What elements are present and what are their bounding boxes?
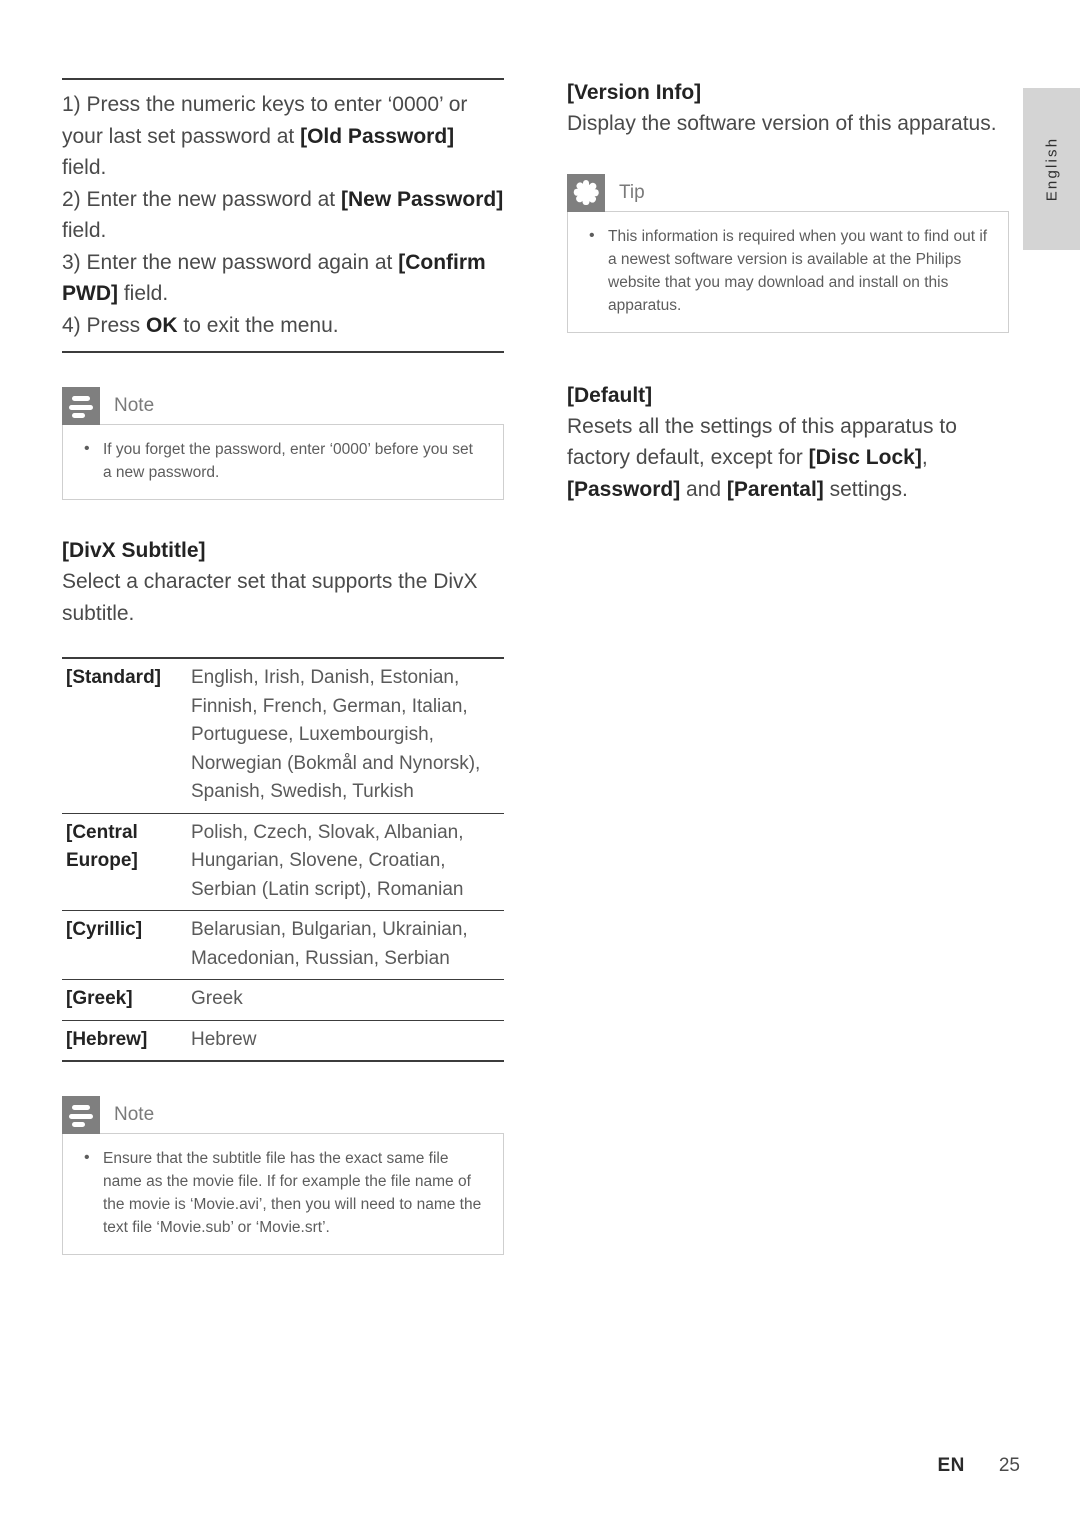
table-cell-value: Belarusian, Bulgarian, Ukrainian, Macedo… [191,910,504,980]
right-column: [Version Info] Display the software vers… [567,78,1009,505]
note-item: Ensure that the subtitle file has the ex… [81,1146,485,1239]
step-1: 1) Press the numeric keys to enter ‘0000… [62,89,504,184]
table-cell-key: [Greek] [62,979,191,1020]
tip-header: Tip [567,173,1009,212]
default-text-b: settings. [823,477,908,501]
language-tab-label: English [1043,136,1060,202]
note-lines-icon-bars [69,1105,93,1131]
asterisk-icon-petals [573,180,599,206]
table-row: [Cyrillic] Belarusian, Bulgarian, Ukrain… [62,910,504,980]
divx-subtitle-section: [DivX Subtitle] Select a character set t… [62,536,504,629]
footer-locale: EN [937,1455,965,1476]
note-title: Note [114,1104,155,1125]
step-4-text-b: to exit the menu. [177,313,339,337]
step-2-text-a: 2) Enter the new password at [62,187,341,211]
table-row: [Central Europe] Polish, Czech, Slovak, … [62,812,504,911]
step-4-text-a: 4) Press [62,313,147,337]
default-body: Resets all the settings of this apparatu… [567,411,1009,506]
version-info-body: Display the software version of this app… [567,112,997,135]
table-cell-value: Greek [191,979,504,1020]
table-cell-key: [Standard] [66,667,161,688]
version-info-heading: [Version Info] [567,81,702,104]
divx-subtitle-heading: [DivX Subtitle] [62,539,206,562]
table-cell-value: English, Irish, Danish, Estonian, Finnis… [191,667,481,802]
tip-title: Tip [619,181,645,203]
note-lines-icon-bars [69,396,93,422]
table-row: [Standard] English, Irish, Danish, Eston… [62,658,504,813]
step-2: 2) Enter the new password at [New Passwo… [62,184,504,247]
step-2-bold: [New Password] [340,187,504,211]
table-row: [Greek] Greek [62,979,504,1020]
note-callout-subtitle: Note Ensure that the subtitle file has t… [62,1096,504,1255]
note-title: Note [114,395,155,416]
default-section: [Default] Resets all the settings of thi… [567,381,1009,506]
note-lines-icon [62,387,100,425]
step-4: 4) Press OK to exit the menu. [62,310,504,342]
footer-page-number: 25 [998,1455,1020,1476]
note-body: If you forget the password, enter ‘0000’… [62,424,504,500]
step-3-text-b: field. [118,282,169,305]
table-row: [Hebrew] Hebrew [62,1019,504,1061]
note-callout-password: Note If you forget the password, enter ‘… [62,387,504,500]
table-cell-value: Polish, Czech, Slovak, Albanian, Hungari… [191,812,504,911]
default-bold-disc-lock: [Disc Lock] [808,446,922,469]
step-3: 3) Enter the new password again at [Conf… [62,247,504,310]
note-lines-icon [62,1096,100,1134]
divx-subtitle-body: Select a character set that supports the… [62,570,478,625]
default-text-mid-2: and [680,477,727,501]
page-footer: EN 25 [0,1455,1020,1477]
note-item: If you forget the password, enter ‘0000’… [81,437,485,484]
note-header: Note [62,387,504,425]
charset-table: [Standard] English, Irish, Danish, Eston… [62,657,504,1062]
step-1-text-b: field. [62,156,107,179]
default-text-mid: , [921,446,928,469]
language-tab: English [1023,88,1080,250]
tip-item: This information is required when you wa… [586,224,990,317]
step-3-text-a: 3) Enter the new password again at [62,250,399,274]
tip-body: This information is required when you wa… [567,210,1009,333]
table-cell-key: [Hebrew] [62,1019,191,1061]
step-1-bold: [Old Password] [300,124,455,148]
step-2-text-b: field. [62,219,107,242]
password-steps-block: 1) Press the numeric keys to enter ‘0000… [62,78,504,353]
left-column: 1) Press the numeric keys to enter ‘0000… [62,78,504,1255]
default-heading: [Default] [567,383,653,407]
step-4-bold: OK [146,313,178,337]
table-cell-key: [Cyrillic] [62,910,191,980]
note-header: Note [62,1096,504,1134]
table-cell-key: [Central Europe] [62,812,191,911]
asterisk-icon [567,173,605,212]
tip-callout: Tip This information is required when yo… [567,173,1009,333]
default-bold-parental: [Parental] [726,477,824,501]
note-body: Ensure that the subtitle file has the ex… [62,1133,504,1255]
table-cell-value: Hebrew [191,1019,504,1061]
version-info-section: [Version Info] Display the software vers… [567,78,1009,140]
default-bold-password: [Password] [567,477,681,501]
